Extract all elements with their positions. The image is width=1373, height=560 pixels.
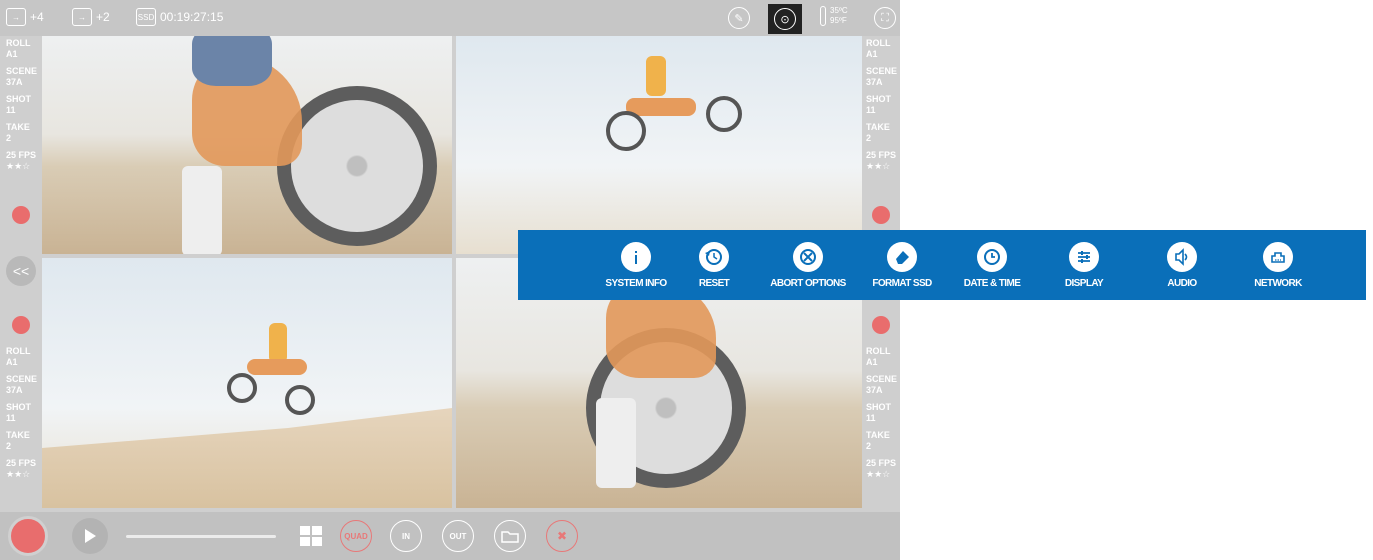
play-icon [85,529,96,543]
menu-label: AUDIO [1167,278,1197,289]
timecode-text: 00:19:27:15 [160,10,224,24]
menu-label: ABORT OPTIONS [770,278,846,289]
output-a-count: +4 [30,10,44,24]
play-button[interactable] [72,518,108,554]
menu-item-format-ssd[interactable]: FORMAT SSD [860,242,944,289]
menu-item-audio[interactable]: AUDIO [1140,242,1224,289]
menu-item-reset[interactable]: RESET [672,242,756,289]
record-indicator-top-left [12,206,30,224]
delete-button[interactable]: ✖ [546,520,578,552]
info-icon [621,242,651,272]
menu-item-network[interactable]: NETWORK [1236,242,1320,289]
right-meta-bottom: ROLL A1 SCENE 37A SHOT 11 TAKE 2 25 FPS ★★☆ [866,346,898,479]
menu-item-display[interactable]: DISPLAY [1042,242,1126,289]
eraser-icon [887,242,917,272]
sliders-icon [1069,242,1099,272]
menu-label: DATE & TIME [963,278,1021,289]
menu-label: SYSTEM INFO [605,278,667,289]
wrench-icon[interactable]: ✎ [728,7,750,29]
speaker-icon [1167,242,1197,272]
timecode-display[interactable]: SSD 00:19:27:15 [136,8,223,26]
folder-button[interactable] [494,520,526,552]
settings-button[interactable]: ⊙ [768,4,802,34]
clock-icon [977,242,1007,272]
left-meta-bottom: ROLL A1 SCENE 37A SHOT 11 TAKE 2 25 FPS ★★☆ [6,346,38,479]
menu-item-date-time[interactable]: DATE & TIME [950,242,1034,289]
temp-fahrenheit: 95ºF [830,16,847,25]
bottom-transport-bar: QUAD IN OUT ✖ [0,512,900,560]
record-indicator-bottom-left [12,316,30,334]
menu-label: FORMAT SSD [872,278,932,289]
output-arrow-icon: → [6,8,26,26]
output-a-indicator[interactable]: → +4 [6,8,44,26]
record-indicator-top-right [872,206,890,224]
settings-icon: ⊙ [774,8,796,30]
in-point-button[interactable]: IN [390,520,422,552]
fullscreen-icon[interactable]: ⛶ [874,7,896,29]
playback-progress-bar[interactable] [126,535,276,538]
output-b-count: +2 [96,10,110,24]
left-meta-top: ROLL A1 SCENE 37A SHOT 11 TAKE 2 25 FPS ★★☆ [6,38,38,171]
temperature-readout: 35ºC 95ºF [820,6,848,26]
menu-label: DISPLAY [1064,278,1104,289]
record-button[interactable] [8,516,48,556]
temp-celsius: 35ºC [830,6,848,15]
top-status-bar: → +4 → +2 SSD 00:19:27:15 ✎ ⊙ 35ºC 95ºF … [0,0,900,36]
quad-button[interactable]: QUAD [340,520,372,552]
record-indicator-bottom-right [872,316,890,334]
thermometer-icon [820,6,826,26]
folder-icon [501,531,519,543]
network-icon [1263,242,1293,272]
menu-label: NETWORK [1254,278,1302,289]
menu-item-abort-options[interactable]: ABORT OPTIONS [766,242,850,289]
video-tile-top-left[interactable] [42,36,452,254]
video-tile-top-right[interactable] [456,36,862,254]
out-point-button[interactable]: OUT [442,520,474,552]
video-tile-bottom-left[interactable] [42,258,452,508]
menu-label: RESET [698,278,730,289]
grid-view-button[interactable] [300,526,322,546]
settings-menu: SYSTEM INFO RESET ABORT OPTIONS FORMAT S… [518,230,1366,300]
ssd-icon: SSD [136,8,156,26]
output-arrow-icon: → [72,8,92,26]
collapse-button[interactable]: << [6,256,36,286]
menu-item-system-info[interactable]: SYSTEM INFO [594,242,678,289]
right-meta-top: ROLL A1 SCENE 37A SHOT 11 TAKE 2 25 FPS ★★☆ [866,38,898,171]
output-b-indicator[interactable]: → +2 [72,8,110,26]
reset-icon [699,242,729,272]
abort-icon [793,242,823,272]
